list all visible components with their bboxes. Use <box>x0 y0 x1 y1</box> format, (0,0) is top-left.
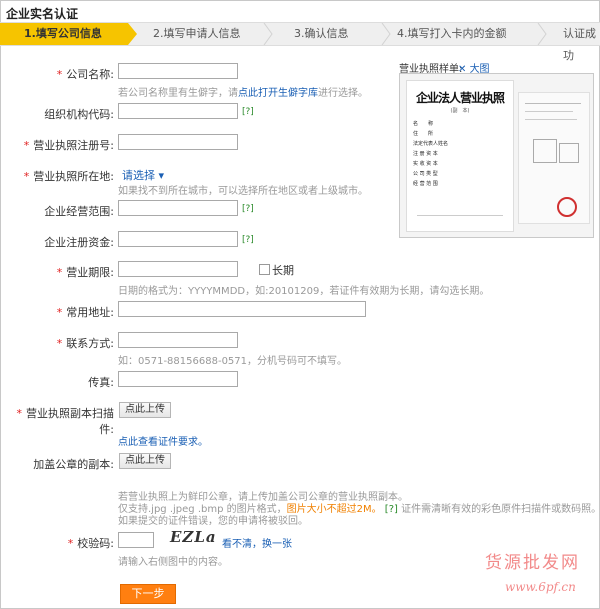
captcha-input[interactable] <box>118 532 154 548</box>
business-period-label: * 营业期限: <box>56 266 114 279</box>
seal-hint-3: 如果提交的证件错误，您的申请将被驳回。 <box>118 516 308 527</box>
step-1: 1.填写公司信息 <box>0 23 128 45</box>
license-sample-image[interactable]: 企业法人营业执照 (副 本) 名 称住 所法定代表人姓名注 册 资 本实 收 资… <box>399 73 594 238</box>
license-no-input[interactable] <box>118 134 238 150</box>
watermark-url: www.6pf.cn <box>505 580 576 594</box>
step-separator-icon <box>537 23 547 45</box>
captcha-refresh-link[interactable]: 看不清，换一张 <box>222 535 292 550</box>
license-no-label: * 营业执照注册号: <box>23 139 114 152</box>
long-term-label: 长期 <box>272 264 294 277</box>
stamp-grid-icon <box>533 139 557 163</box>
license-field: 经 营 范 围 <box>413 181 438 187</box>
registered-capital-input[interactable] <box>118 231 238 247</box>
long-term-checkbox[interactable] <box>259 264 270 275</box>
registered-capital-label: 企业注册资金: <box>44 236 114 249</box>
captcha-label: * 校验码: <box>67 537 114 550</box>
watermark-logo: 货源批发网 <box>485 553 580 573</box>
license-location-label: * 营业执照所在地: <box>23 170 114 183</box>
license-field: 名 称 <box>413 121 434 127</box>
company-name-label: * 公司名称: <box>56 68 114 81</box>
seal-upload-button[interactable]: 点此上传 <box>119 453 171 469</box>
license-field: 公 司 类 型 <box>413 171 438 177</box>
business-period-hint: 日期的格式为：YYYYMMDD，如:20101209，若证件有效期为长期，请勾选… <box>118 286 490 297</box>
license-doc-title: 企业法人营业执照 <box>415 91 505 105</box>
company-name-hint: 若公司名称里有生僻字，请点此打开生僻字库进行选择。 <box>118 88 368 99</box>
org-code-label: 组织机构代码: <box>44 108 114 121</box>
location-select[interactable]: 请选择 ▾ <box>122 167 164 183</box>
step-separator-icon <box>381 23 391 45</box>
license-scan-label: * 营业执照副本扫描件: <box>16 407 115 436</box>
contact-label: * 联系方式: <box>56 337 114 350</box>
contact-hint: 如：0571-88156688-0571，分机号码可不填写。 <box>118 356 348 367</box>
step-5: 认证成功 <box>563 27 596 62</box>
step-separator-icon <box>263 23 273 45</box>
stamp-grid-icon <box>559 143 579 163</box>
captcha-image[interactable]: EZLa <box>170 528 217 546</box>
fax-input[interactable] <box>118 371 238 387</box>
address-label: * 常用地址: <box>56 306 114 319</box>
company-name-input[interactable] <box>118 63 238 79</box>
step-4: 4.填写打入卡内的金额 <box>397 27 507 40</box>
business-scope-help-icon[interactable]: [?] <box>242 204 254 214</box>
license-requirements-link[interactable]: 点此查看证件要求。 <box>118 433 208 448</box>
license-doc-sub: (副 本) <box>450 108 470 114</box>
address-input[interactable] <box>118 301 366 317</box>
license-back <box>518 92 590 224</box>
license-divider <box>417 215 503 216</box>
business-scope-label: 企业经营范围: <box>44 205 114 218</box>
contact-input[interactable] <box>118 332 238 348</box>
fax-label: 传真: <box>88 376 114 389</box>
format-help-icon[interactable]: [?] <box>385 504 398 515</box>
rare-char-link[interactable]: 点此打开生僻字库 <box>238 88 318 99</box>
business-scope-input[interactable] <box>118 200 238 216</box>
license-front: 企业法人营业执照 (副 本) 名 称住 所法定代表人姓名注 册 资 本实 收 资… <box>406 80 514 232</box>
step-arrow-icon <box>128 23 137 45</box>
license-field: 法定代表人姓名 <box>413 141 449 147</box>
step-2: 2.填写申请人信息 <box>153 27 241 40</box>
step-3: 3.确认信息 <box>294 27 349 40</box>
step-bar: 1.填写公司信息 2.填写申请人信息 3.确认信息 4.填写打入卡内的金额 认证… <box>0 22 600 62</box>
license-field: 住 所 <box>413 131 434 137</box>
registered-capital-help-icon[interactable]: [?] <box>242 235 254 245</box>
org-code-help-icon[interactable]: [?] <box>242 107 254 117</box>
business-period-input[interactable] <box>118 261 238 277</box>
license-field: 注 册 资 本 <box>413 151 438 157</box>
license-field-list: 名 称住 所法定代表人姓名注 册 资 本实 收 资 本公 司 类 型经 营 范 … <box>413 119 509 189</box>
license-field: 实 收 资 本 <box>413 161 438 167</box>
org-code-input[interactable] <box>118 103 238 119</box>
red-seal-icon <box>557 197 577 217</box>
license-upload-button[interactable]: 点此上传 <box>119 402 171 418</box>
captcha-hint: 请输入右侧图中的内容。 <box>118 557 228 568</box>
seal-copy-label: 加盖公章的副本: <box>33 458 114 471</box>
next-step-button[interactable]: 下一步 <box>120 584 176 604</box>
license-location-hint: 如果找不到所在城市，可以选择所在地区或者上级城市。 <box>118 186 368 197</box>
page-title: 企业实名认证 <box>6 7 79 21</box>
